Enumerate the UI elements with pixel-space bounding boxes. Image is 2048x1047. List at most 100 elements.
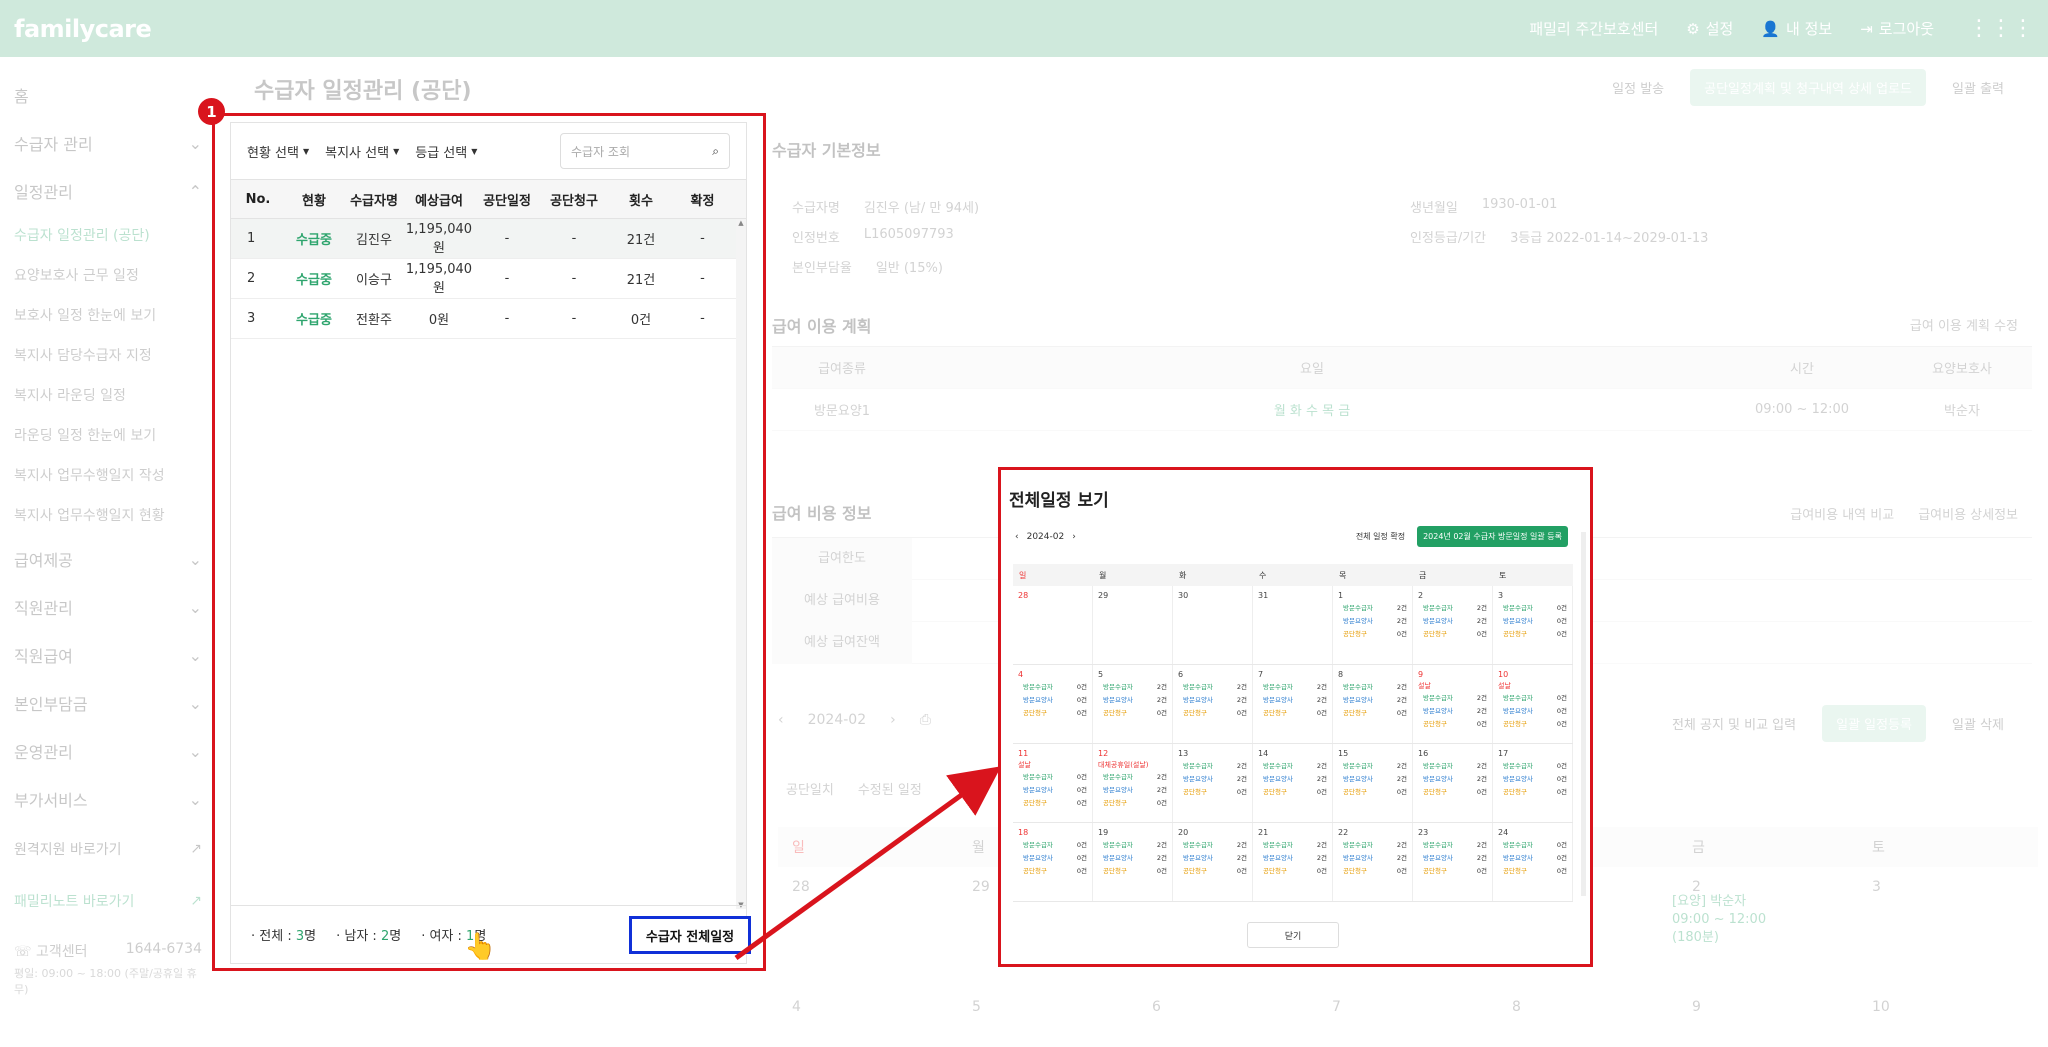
sidebar-item-schedule[interactable]: 일정관리 ⌃ bbox=[14, 167, 202, 215]
next-month-icon[interactable]: › bbox=[1072, 532, 1076, 542]
print-all-button[interactable]: 일괄 출력 bbox=[1938, 69, 2018, 106]
status-filter-dropdown[interactable]: 현황 선택 ▼ bbox=[247, 142, 309, 161]
calendar-day[interactable]: 24 방문수급자 0건 방문요양사 0건 공단청구 0건 bbox=[1493, 823, 1573, 901]
search-icon[interactable]: ⌕ bbox=[712, 144, 719, 159]
sidebar-subitem[interactable]: 복지사 담당수급자 지정 bbox=[14, 335, 202, 375]
cost-detail-link[interactable]: 급여비용 상세정보 bbox=[1918, 504, 2018, 523]
bg-bulk-delete-button[interactable]: 일괄 삭제 bbox=[1938, 705, 2018, 742]
bg-calendar-day[interactable]: 5 bbox=[958, 999, 1138, 1047]
settings-link[interactable]: ⚙ 설정 bbox=[1686, 18, 1733, 39]
calendar-day[interactable]: 4 방문수급자 0건 방문요양사 0건 공단청구 0건 bbox=[1013, 665, 1093, 743]
close-button[interactable]: 닫기 bbox=[1247, 922, 1339, 948]
column-header[interactable]: 수급자명 bbox=[343, 190, 405, 209]
sidebar-subitem[interactable]: 복지사 업무수행일지 작성 bbox=[14, 455, 202, 495]
logout-link[interactable]: ⇥ 로그아웃 bbox=[1860, 18, 1934, 39]
calendar-day[interactable]: 13 방문수급자 2건 방문요양사 2건 공단청구 0건 bbox=[1173, 744, 1253, 822]
confirm-all-button[interactable]: 전체 일정 확정 bbox=[1350, 526, 1411, 547]
worker-filter-dropdown[interactable]: 복지사 선택 ▼ bbox=[325, 142, 399, 161]
calendar-day[interactable]: 11 설날 방문수급자 0건 방문요양사 0건 공단청구 0건 bbox=[1013, 744, 1093, 822]
all-schedule-button[interactable]: 수급자 전체일정 bbox=[629, 916, 751, 954]
grade-filter-dropdown[interactable]: 등급 선택 ▼ bbox=[415, 142, 477, 161]
column-header[interactable]: 현황 bbox=[285, 190, 343, 209]
send-schedule-button[interactable]: 일정 발송 bbox=[1598, 69, 1678, 106]
plan-edit-button[interactable]: 급여 이용 계획 수정 bbox=[1910, 315, 2018, 334]
calendar-day[interactable]: 3 방문수급자 0건 방문요양사 0건 공단청구 0건 bbox=[1493, 586, 1573, 664]
sidebar-item-beneficiary[interactable]: 수급자 관리 ⌄ bbox=[14, 119, 202, 167]
apps-grid-icon[interactable]: ⋮⋮⋮ bbox=[1968, 16, 2034, 41]
beneficiary-search-input[interactable]: 수급자 조회 ⌕ bbox=[560, 133, 730, 169]
sidebar-subitem[interactable]: 라운딩 일정 한눈에 보기 bbox=[14, 415, 202, 455]
calendar-day[interactable]: 12 대체공휴일(설날) 방문수급자 2건 방문요양사 2건 공단청구 0건 bbox=[1093, 744, 1173, 822]
sidebar-subitem[interactable]: 수급자 일정관리 (공단) bbox=[14, 215, 202, 255]
sidebar-subitem[interactable]: 복지사 업무수행일지 현황 bbox=[14, 495, 202, 535]
calendar-day[interactable]: 18 방문수급자 0건 방문요양사 0건 공단청구 0건 bbox=[1013, 823, 1093, 901]
sidebar-group-item[interactable]: 직원관리 ⌄ bbox=[14, 583, 202, 631]
prev-month-icon[interactable]: ‹ bbox=[1015, 532, 1019, 542]
calendar-day[interactable]: 1 방문수급자 2건 방문요양사 2건 공단청구 0건 bbox=[1333, 586, 1413, 664]
calendar-day[interactable]: 2 방문수급자 2건 방문요양사 2건 공단청구 0건 bbox=[1413, 586, 1493, 664]
bg-calendar-day[interactable]: 3 bbox=[1858, 879, 2038, 987]
app-logo[interactable]: familycare bbox=[14, 15, 152, 43]
prev-icon[interactable]: ‹ bbox=[778, 712, 784, 728]
bg-calendar-day[interactable]: 7 bbox=[1318, 999, 1498, 1047]
event-label: 방문요양사 bbox=[1263, 696, 1293, 704]
calendar-day[interactable]: 6 방문수급자 2건 방문요양사 2건 공단청구 0건 bbox=[1173, 665, 1253, 743]
calendar-day[interactable]: 22 방문수급자 2건 방문요양사 2건 공단청구 0건 bbox=[1333, 823, 1413, 901]
column-header[interactable]: 공단청구 bbox=[541, 190, 607, 209]
column-header[interactable]: No. bbox=[231, 192, 285, 207]
calendar-day[interactable]: 23 방문수급자 2건 방문요양사 2건 공단청구 0건 bbox=[1413, 823, 1493, 901]
next-icon[interactable]: › bbox=[890, 712, 896, 728]
column-header[interactable]: 횟수 bbox=[607, 190, 675, 209]
sidebar-group-item[interactable]: 직원급여 ⌄ bbox=[14, 631, 202, 679]
calendar-day[interactable]: 8 방문수급자 2건 방문요양사 2건 공단청구 0건 bbox=[1333, 665, 1413, 743]
bg-calendar-day[interactable]: 28 bbox=[778, 879, 958, 987]
my-info-link[interactable]: 👤 내 정보 bbox=[1761, 18, 1832, 39]
calendar-day[interactable]: 9 설날 방문수급자 2건 방문요양사 2건 공단청구 0건 bbox=[1413, 665, 1493, 743]
sidebar-group-item[interactable]: 부가서비스 ⌄ bbox=[14, 775, 202, 823]
sidebar-group-item[interactable]: 급여제공 ⌄ bbox=[14, 535, 202, 583]
calendar-day[interactable]: 19 방문수급자 2건 방문요양사 2건 공단청구 0건 bbox=[1093, 823, 1173, 901]
familynote-link[interactable]: 패밀리노트 바로가기 ↗ bbox=[14, 875, 202, 927]
bg-calendar-day[interactable]: 6 bbox=[1138, 999, 1318, 1047]
column-header[interactable]: 공단일정 bbox=[473, 190, 541, 209]
calendar-day[interactable]: 17 방문수급자 0건 방문요양사 0건 공단청구 0건 bbox=[1493, 744, 1573, 822]
calendar-day[interactable]: 5 방문수급자 2건 방문요양사 2건 공단청구 0건 bbox=[1093, 665, 1173, 743]
sidebar-subitem[interactable]: 요양보호사 근무 일정 bbox=[14, 255, 202, 295]
list-scrollbar[interactable]: ▲ ▼ bbox=[736, 219, 746, 909]
calendar-day[interactable]: 31 bbox=[1253, 586, 1333, 664]
calendar-day[interactable]: 28 bbox=[1013, 586, 1093, 664]
table-row[interactable]: 3 수급중 전환주 0원 - - 0건 - bbox=[231, 299, 746, 339]
modal-scrollbar[interactable] bbox=[1581, 532, 1586, 896]
bg-calendar-day[interactable]: 4 bbox=[778, 999, 958, 1047]
calendar-day[interactable]: 21 방문수급자 2건 방문요양사 2건 공단청구 0건 bbox=[1253, 823, 1333, 901]
calendar-day[interactable]: 14 방문수급자 2건 방문요양사 2건 공단청구 0건 bbox=[1253, 744, 1333, 822]
bg-event[interactable]: [요양] 박순자 09:00 ~ 12:00 (180분) bbox=[1672, 893, 1822, 947]
bulk-register-button[interactable]: 2024년 02월 수급자 방문일정 일괄 등록 bbox=[1417, 526, 1568, 547]
sidebar-subitem[interactable]: 복지사 라운딩 일정 bbox=[14, 375, 202, 415]
table-row[interactable]: 1 수급중 김진우 1,195,040원 - - 21건 - bbox=[231, 219, 746, 259]
calendar-day[interactable]: 16 방문수급자 2건 방문요양사 2건 공단청구 0건 bbox=[1413, 744, 1493, 822]
table-row[interactable]: 2 수급중 이승구 1,195,040원 - - 21건 - bbox=[231, 259, 746, 299]
calendar-day[interactable]: 10 설날 방문수급자 0건 방문요양사 0건 공단청구 0건 bbox=[1493, 665, 1573, 743]
column-header[interactable]: 예상급여 bbox=[405, 190, 473, 209]
calendar-day[interactable]: 15 방문수급자 2건 방문요양사 2건 공단청구 0건 bbox=[1333, 744, 1413, 822]
bg-bulk-register-button[interactable]: 일괄 일정등록 bbox=[1822, 705, 1927, 742]
bg-calendar-day[interactable]: 8 bbox=[1498, 999, 1678, 1047]
bg-calendar-day[interactable]: 9 bbox=[1678, 999, 1858, 1047]
upload-button[interactable]: 공단일정계획 및 청구내역 상세 업로드 bbox=[1690, 69, 1927, 106]
sidebar-group-item[interactable]: 운영관리 ⌄ bbox=[14, 727, 202, 775]
remote-support-link[interactable]: 원격지원 바로가기 ↗ bbox=[14, 823, 202, 875]
column-header[interactable]: 확정 bbox=[675, 190, 730, 209]
calendar-day[interactable]: 30 bbox=[1173, 586, 1253, 664]
print-icon[interactable]: ⎙ bbox=[920, 712, 931, 728]
sidebar-subitem[interactable]: 보호사 일정 한눈에 보기 bbox=[14, 295, 202, 335]
sidebar-group-item[interactable]: 본인부담금 ⌄ bbox=[14, 679, 202, 727]
bg-calendar-day[interactable]: 10 bbox=[1858, 999, 2038, 1047]
sidebar-item-home[interactable]: 홈 bbox=[14, 71, 202, 119]
bg-compare-button[interactable]: 전체 공지 및 비교 입력 bbox=[1658, 705, 1810, 742]
calendar-day[interactable]: 20 방문수급자 2건 방문요양사 2건 공단청구 0건 bbox=[1173, 823, 1253, 901]
cost-compare-link[interactable]: 급여비용 내역 비교 bbox=[1790, 504, 1894, 523]
calendar-day[interactable]: 29 bbox=[1093, 586, 1173, 664]
calendar-day[interactable]: 7 방문수급자 2건 방문요양사 2건 공단청구 0건 bbox=[1253, 665, 1333, 743]
scroll-up-icon[interactable]: ▲ bbox=[736, 219, 746, 227]
